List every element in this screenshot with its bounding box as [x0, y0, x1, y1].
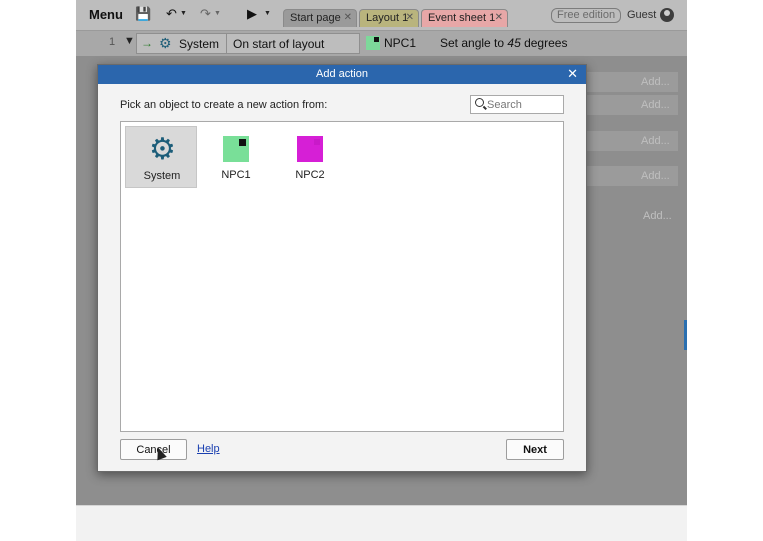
dialog-title: Add action	[316, 68, 368, 80]
add-action-dialog: Add action ✕ Pick an object to create a …	[97, 64, 587, 472]
object-npc2[interactable]: NPC2	[274, 126, 346, 188]
search-icon	[475, 98, 484, 107]
close-icon[interactable]: ✕	[567, 66, 578, 82]
tab-close-icon[interactable]: ✕	[344, 12, 352, 23]
action-text-suffix: degrees	[520, 36, 568, 50]
screenshot-stage: Menu 💾 ↶ ▼ ↷ ▼ ▶ ▼ Start page ✕ Layout 1…	[0, 0, 763, 541]
npc1-sprite-icon	[366, 36, 380, 50]
tab-label: Start page	[290, 12, 341, 24]
tab-start-page[interactable]: Start page ✕	[283, 9, 357, 27]
redo-dropdown-icon[interactable]: ▼	[214, 10, 221, 17]
menu-button[interactable]: Menu	[89, 7, 123, 22]
app-status-area	[76, 505, 687, 541]
object-label: System	[143, 170, 181, 182]
main-toolbar: Menu 💾 ↶ ▼ ↷ ▼ ▶ ▼ Start page ✕ Layout 1…	[76, 0, 687, 31]
free-edition-badge[interactable]: Free edition	[551, 8, 622, 23]
add-action-link[interactable]: Add...	[641, 76, 670, 88]
object-label: NPC1	[221, 169, 251, 181]
event-row-number: 1	[109, 36, 116, 48]
action-object-label[interactable]: NPC1	[384, 36, 416, 50]
object-npc1[interactable]: NPC1	[200, 126, 272, 188]
add-action-link[interactable]: Add...	[641, 170, 670, 182]
action-value: 45	[507, 36, 521, 50]
tab-close-icon[interactable]: ✕	[406, 12, 414, 23]
event-row[interactable]: 1 ▼ → ⚙ System On start of layout NPC1 S…	[76, 31, 687, 56]
window-edge-accent	[684, 320, 687, 350]
trigger-arrow-icon: →	[141, 36, 153, 50]
redo-icon[interactable]: ↷	[200, 6, 211, 22]
help-link[interactable]: Help	[197, 443, 220, 455]
object-system[interactable]: ⚙ System	[125, 126, 197, 188]
tab-event-sheet-1[interactable]: Event sheet 1 ✕	[421, 9, 508, 27]
add-action-link[interactable]: Add...	[643, 210, 672, 222]
event-condition[interactable]: → ⚙ System On start of layout	[136, 33, 360, 54]
object-label: NPC2	[295, 169, 325, 181]
action-text[interactable]: Set angle to 45 degrees	[440, 36, 567, 50]
undo-icon[interactable]: ↶	[166, 6, 177, 22]
user-name-label[interactable]: Guest	[627, 9, 656, 21]
collapse-arrow-icon[interactable]: ▼	[124, 35, 135, 47]
preview-dropdown-icon[interactable]: ▼	[264, 10, 271, 17]
npc1-sprite-icon	[223, 136, 249, 162]
npc2-sprite-icon	[297, 136, 323, 162]
dialog-title-bar: Add action ✕	[98, 65, 586, 84]
undo-dropdown-icon[interactable]: ▼	[180, 10, 187, 17]
tab-label: Layout 1	[366, 12, 409, 24]
condition-object-label: System	[179, 37, 220, 51]
tab-close-icon[interactable]: ✕	[495, 12, 503, 23]
tab-label: Event sheet 1	[428, 12, 496, 24]
search-input[interactable]	[487, 97, 561, 112]
dialog-prompt: Pick an object to create a new action fr…	[120, 99, 328, 111]
tab-layout-1[interactable]: Layout 1 ✕	[359, 9, 419, 27]
add-action-link[interactable]: Add...	[641, 135, 670, 147]
user-avatar-icon[interactable]	[660, 8, 674, 22]
preview-play-icon[interactable]: ▶	[247, 6, 257, 22]
gear-icon: ⚙	[149, 133, 176, 166]
add-action-link[interactable]: Add...	[641, 99, 670, 111]
search-box[interactable]	[470, 95, 564, 114]
action-text-prefix: Set angle to	[440, 36, 508, 50]
condition-separator	[226, 34, 227, 53]
save-icon[interactable]: 💾	[135, 6, 151, 22]
object-list: ⚙ System NPC1 NPC2	[120, 121, 564, 432]
system-gear-icon: ⚙	[159, 35, 172, 51]
condition-text: On start of layout	[233, 37, 325, 51]
next-button[interactable]: Next	[506, 439, 564, 460]
